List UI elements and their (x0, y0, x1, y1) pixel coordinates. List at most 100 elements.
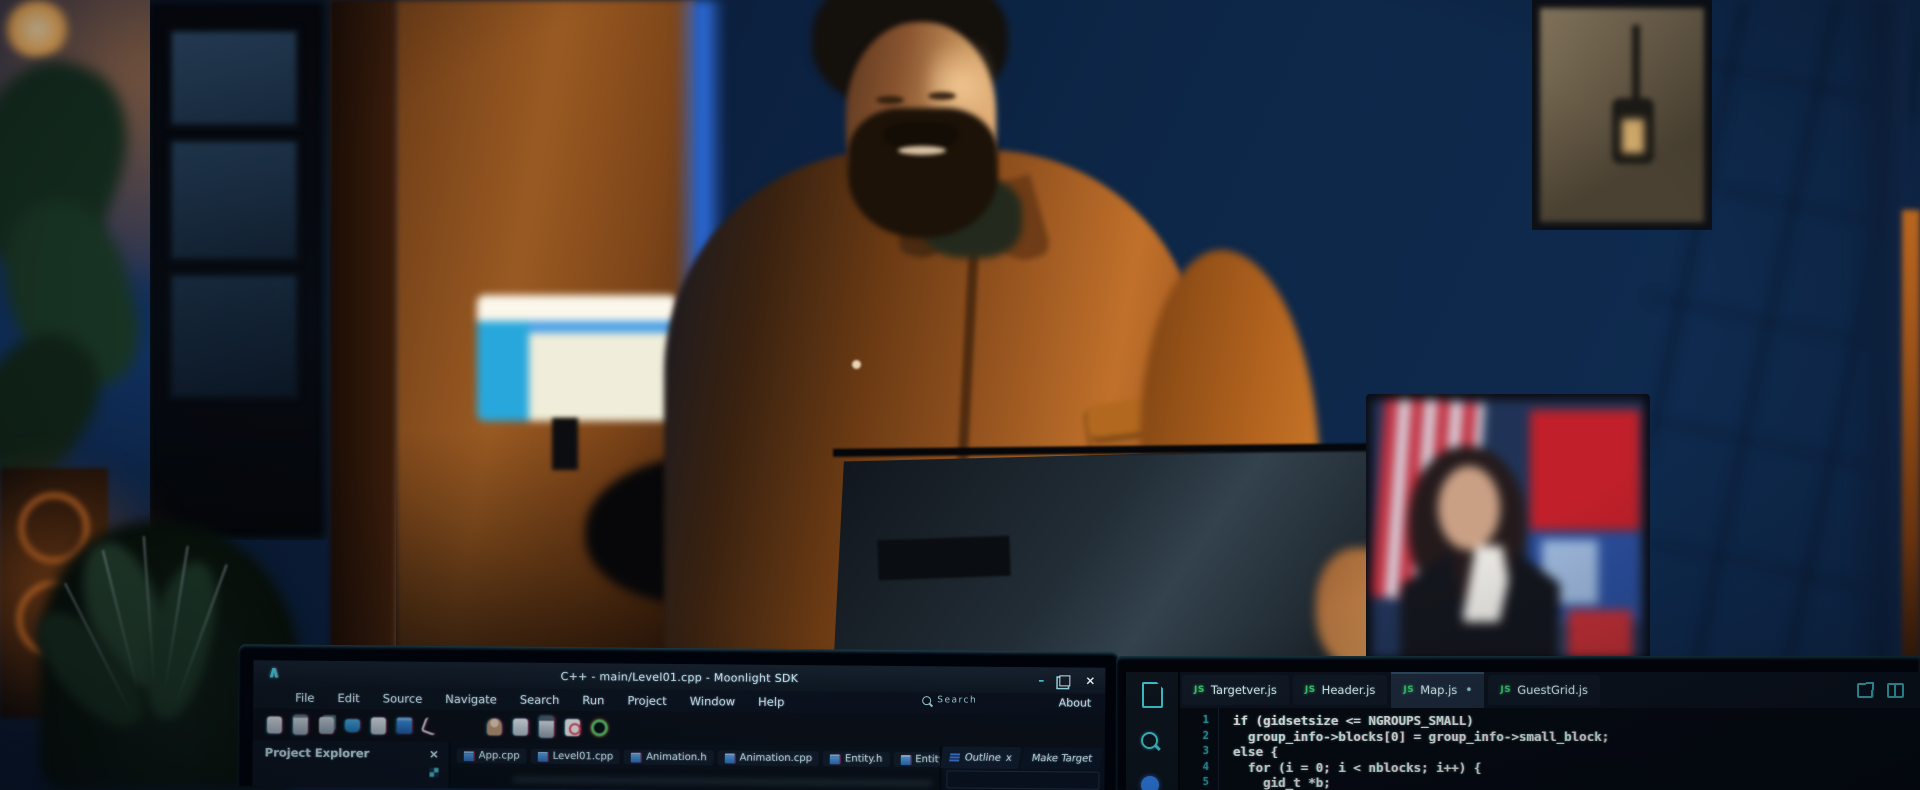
right-monitor: JS Targetver.js JS Header.js JS Map.js •… (1116, 656, 1920, 790)
code-editor[interactable] (450, 767, 939, 790)
news-anchor-face (1438, 466, 1500, 550)
js-icon: JS (1403, 685, 1414, 695)
tab-outline[interactable]: Outline x (940, 746, 1021, 769)
menu-help[interactable]: Help (758, 695, 784, 709)
save-all-icon[interactable] (319, 716, 334, 733)
code-line: for (i = 0; i < nblocks; i++) { (1233, 760, 1920, 776)
menu-window[interactable]: Window (690, 694, 735, 708)
file-icon (538, 751, 548, 761)
outline-panel: Outline x Make Target (939, 746, 1104, 790)
copy-icon[interactable] (371, 717, 386, 734)
picture-frame (168, 138, 300, 262)
minimize-button[interactable]: – (1038, 673, 1044, 687)
search-box[interactable]: Search (922, 695, 977, 705)
code-line: else { (1233, 744, 1920, 760)
eye (876, 96, 904, 104)
file-icon (900, 754, 910, 764)
code-line: if (gidsetsize <= NGROUPS_SMALL) (1233, 713, 1920, 729)
tab-make-target[interactable]: Make Target (1021, 747, 1103, 770)
door-frame (330, 0, 396, 720)
studio-panel (1568, 610, 1632, 658)
tab-entity-h[interactable]: Entity.h (823, 751, 889, 767)
print-icon[interactable] (345, 719, 360, 732)
menu-search[interactable]: Search (520, 693, 560, 707)
tab-map-js[interactable]: JS Map.js • (1391, 672, 1484, 708)
smile (898, 146, 946, 155)
laptop-logo (877, 536, 1010, 581)
branch-icon[interactable] (421, 716, 439, 735)
left-monitor-screen: ∧ C++ - main/Level01.cpp - Moonlight SDK… (252, 660, 1105, 790)
outline-content (946, 770, 1099, 789)
background-monitor (477, 295, 677, 421)
photo-scene: ∧ C++ - main/Level01.cpp - Moonlight SDK… (0, 0, 1920, 790)
lantern-glow (1622, 119, 1644, 153)
file-icon (725, 753, 735, 763)
left-monitor: ∧ C++ - main/Level01.cpp - Moonlight SDK… (237, 644, 1118, 790)
tv-screen (1372, 400, 1644, 658)
picture-frame (168, 28, 300, 128)
right-monitor-screen: JS Targetver.js JS Header.js JS Map.js •… (1126, 672, 1920, 790)
tab-targetver-js[interactable]: JS Targetver.js (1182, 675, 1289, 705)
project-explorer-panel: Project Explorer × (252, 740, 450, 788)
code-editor[interactable]: 1 2 3 4 5 if (gidsetsize <= NGROUPS_SMAL… (1180, 708, 1920, 790)
background-monitor-screen (477, 321, 529, 421)
search-label: Search (937, 695, 977, 705)
tab-level01-cpp[interactable]: Level01.cpp (531, 749, 621, 765)
light-bulb (2, 0, 72, 58)
studio-panel (1530, 410, 1640, 530)
editor-tab-bar: JS Targetver.js JS Header.js JS Map.js •… (1180, 672, 1920, 708)
user-icon[interactable] (487, 718, 502, 735)
file-icon (464, 751, 474, 761)
close-button[interactable]: × (1085, 674, 1095, 688)
about-menu[interactable]: About (1059, 696, 1092, 709)
menu-project[interactable]: Project (627, 694, 666, 708)
restore-button[interactable] (1059, 675, 1070, 686)
dirty-dot-icon: • (1465, 683, 1472, 697)
code-lines: if (gidsetsize <= NGROUPS_SMALL) group_i… (1218, 708, 1920, 790)
new-folder-icon[interactable] (397, 718, 412, 734)
background-monitor-screen (477, 295, 677, 321)
explorer-file-icon[interactable] (1142, 682, 1163, 708)
window-title: C++ - main/Level01.cpp - Moonlight SDK (253, 667, 1105, 687)
js-icon: JS (1194, 685, 1205, 695)
menu-edit[interactable]: Edit (337, 691, 359, 705)
wall-art-lantern (1540, 8, 1704, 222)
split-editor-icon[interactable] (1887, 683, 1904, 698)
file-icon (631, 752, 641, 762)
wall-art-frame (1532, 0, 1712, 230)
explorer-collapse-icon[interactable] (429, 768, 438, 777)
menu-navigate[interactable]: Navigate (445, 692, 497, 706)
line-number-gutter: 1 2 3 4 5 (1180, 708, 1218, 790)
build-icon[interactable] (539, 716, 554, 738)
menu-source[interactable]: Source (383, 691, 423, 705)
line-number: 3 (1180, 744, 1209, 760)
search-icon[interactable] (1141, 732, 1158, 749)
menu-file[interactable]: File (295, 691, 314, 705)
line-number: 4 (1180, 760, 1209, 776)
debug-icon[interactable] (1141, 776, 1159, 790)
record-icon[interactable] (565, 719, 580, 736)
code-line: group_info->blocks[0] = group_info->smal… (1233, 729, 1920, 745)
tab-animation-cpp[interactable]: Animation.cpp (718, 750, 819, 766)
line-number: 1 (1180, 713, 1209, 729)
explorer-close-icon[interactable]: × (429, 747, 439, 761)
new-file-icon[interactable] (267, 716, 282, 733)
warm-light-sliver (1902, 210, 1920, 680)
tab-header-js[interactable]: JS Header.js (1293, 675, 1388, 705)
save-icon[interactable] (293, 715, 308, 735)
tab-entity-cpp[interactable]: Entity.cpp (893, 752, 940, 768)
picture-frame (168, 272, 300, 400)
run-debug-icon[interactable] (591, 719, 608, 736)
outline-close-icon[interactable]: x (1005, 752, 1013, 763)
line-number: 5 (1180, 775, 1209, 790)
menu-run[interactable]: Run (582, 693, 604, 707)
code-line: gid_t *b; (1233, 775, 1920, 790)
mustache (884, 122, 958, 148)
open-to-side-icon[interactable] (1857, 683, 1873, 698)
line-number: 2 (1180, 729, 1209, 745)
project-explorer-title: Project Explorer (265, 745, 370, 760)
tab-animation-h[interactable]: Animation.h (624, 750, 714, 766)
class-icon[interactable] (513, 718, 528, 735)
tab-app-cpp[interactable]: App.cpp (457, 748, 527, 764)
tab-guestgrid-js[interactable]: JS GuestGrid.js (1488, 675, 1600, 705)
